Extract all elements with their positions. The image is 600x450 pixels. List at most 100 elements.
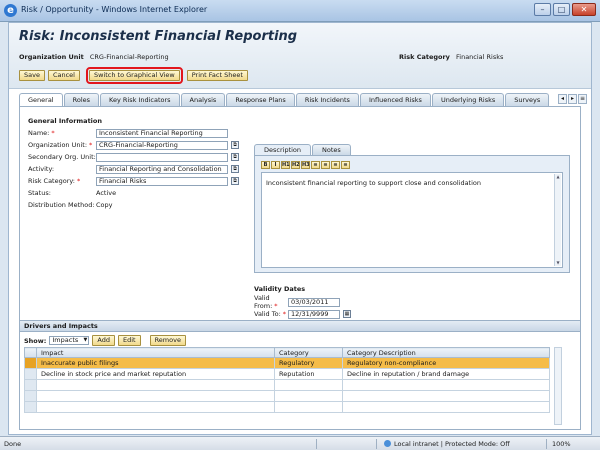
edit-button[interactable]: Edit <box>117 335 141 346</box>
window-title: Risk / Opportunity - Windows Internet Ex… <box>21 5 208 14</box>
calendar-icon[interactable]: ▦ <box>343 310 351 318</box>
tab-roles[interactable]: Roles <box>63 93 100 106</box>
heading3-icon[interactable]: H3 <box>301 161 310 169</box>
description-panel: B I H1 H2 H3 ≡ ≡ ≡ ≡ Inconsistent financ… <box>254 155 570 273</box>
globe-icon <box>384 440 391 447</box>
tab-prev-icon[interactable]: ◂ <box>558 94 567 104</box>
secondary-org-field[interactable] <box>96 152 228 162</box>
org-unit-picker-icon[interactable]: ⧉ <box>231 141 239 149</box>
description-text: Inconsistent financial reporting to supp… <box>266 179 482 187</box>
table-row[interactable]: Decline in stock price and market reputa… <box>24 368 550 380</box>
table-row <box>24 390 550 402</box>
activity-label: Activity: <box>28 165 55 173</box>
tab-surveys[interactable]: Surveys <box>505 93 550 106</box>
distribution-label: Distribution Method: <box>28 201 95 209</box>
select-all-header[interactable] <box>24 347 37 358</box>
impacts-table: Impact Category Category Description Ina… <box>24 347 550 413</box>
table-row <box>24 379 550 391</box>
page-title: Risk: Inconsistent Financial Reporting <box>19 29 298 44</box>
italic-icon[interactable]: I <box>271 161 280 169</box>
drivers-impacts-panel: Drivers and Impacts Show: Impacts ▼ Add E… <box>19 320 581 430</box>
header-risk-category: Risk Category Financial Risks <box>399 53 503 61</box>
security-zone[interactable]: Local intranet | Protected Mode: Off <box>384 440 510 448</box>
tab-analysis[interactable]: Analysis <box>180 93 226 106</box>
header-org-unit: Organization Unit CRG-Financial-Reportin… <box>19 53 169 61</box>
tab-next-icon[interactable]: ▸ <box>568 94 577 104</box>
tab-risk-incidents[interactable]: Risk Incidents <box>295 93 359 106</box>
activity-picker-icon[interactable]: ⧉ <box>231 165 239 173</box>
risk-category-picker-icon[interactable]: ⧉ <box>231 177 239 185</box>
risk-category-field[interactable]: Financial Risks <box>96 176 228 186</box>
tab-response-plans[interactable]: Response Plans <box>226 93 295 106</box>
scroll-down-icon[interactable]: ▼ <box>555 260 561 266</box>
status-bar: Done Local intranet | Protected Mode: Of… <box>0 436 600 450</box>
show-select[interactable]: Impacts ▼ <box>49 336 90 345</box>
table-row[interactable]: Inaccurate public filings Regulatory Reg… <box>24 357 550 369</box>
validity-title: Validity Dates <box>254 285 306 293</box>
table-scrollbar[interactable] <box>554 347 562 425</box>
minimize-button[interactable]: – <box>534 3 551 16</box>
status-text: Done <box>4 440 22 448</box>
tab-key-risk-indicators[interactable]: Key Risk Indicators <box>100 93 180 106</box>
tab-general[interactable]: General <box>19 93 63 106</box>
chevron-down-icon: ▼ <box>83 337 88 343</box>
description-scrollbar[interactable]: ▲ ▼ <box>554 174 561 266</box>
secondary-org-picker-icon[interactable]: ⧉ <box>231 153 239 161</box>
align-left-icon[interactable]: ≡ <box>311 161 320 169</box>
activity-field[interactable]: Financial Reporting and Consolidation <box>96 164 228 174</box>
org-unit-field[interactable]: CRG-Financial-Reporting <box>96 140 228 150</box>
general-tab-panel: General Information Name: * Inconsistent … <box>19 106 581 334</box>
org-unit-field-label: Organization Unit: * <box>28 141 93 149</box>
risk-category-value: Financial Risks <box>456 53 504 61</box>
column-category-description[interactable]: Category Description <box>342 347 550 358</box>
column-category[interactable]: Category <box>274 347 343 358</box>
window-titlebar: e Risk / Opportunity - Windows Internet … <box>0 0 600 22</box>
page-header: Risk: Inconsistent Financial Reporting O… <box>9 23 591 89</box>
risk-category-field-label: Risk Category: * <box>28 177 81 185</box>
column-impact[interactable]: Impact <box>36 347 275 358</box>
add-button[interactable]: Add <box>92 335 115 346</box>
org-unit-value: CRG-Financial-Reporting <box>89 53 169 61</box>
close-button[interactable]: ✕ <box>572 3 596 16</box>
scroll-up-icon[interactable]: ▲ <box>555 174 561 180</box>
distribution-value: Copy <box>96 201 113 209</box>
general-info-title: General Information <box>28 117 102 125</box>
bold-icon[interactable]: B <box>261 161 270 169</box>
switch-graphical-view-button[interactable]: Switch to Graphical View <box>86 67 183 84</box>
drivers-title: Drivers and Impacts <box>20 321 580 332</box>
status-value: Active <box>96 189 117 197</box>
tab-description[interactable]: Description <box>254 144 312 155</box>
risk-category-label: Risk Category <box>399 53 450 61</box>
heading1-icon[interactable]: H1 <box>281 161 290 169</box>
name-field[interactable]: Inconsistent Financial Reporting <box>96 128 228 138</box>
zoom-level[interactable]: 100% <box>552 440 571 448</box>
org-unit-label: Organization Unit <box>19 53 84 61</box>
save-button[interactable]: Save <box>19 70 45 81</box>
tab-list-icon[interactable]: ≡ <box>578 94 587 104</box>
description-textarea[interactable]: Inconsistent financial reporting to supp… <box>261 172 563 268</box>
heading2-icon[interactable]: H2 <box>291 161 300 169</box>
valid-to-field[interactable]: 12/31/9999 <box>288 309 340 319</box>
tab-underlying-risks[interactable]: Underlying Risks <box>431 93 505 106</box>
cancel-button[interactable]: Cancel <box>47 70 80 81</box>
maximize-button[interactable]: □ <box>553 3 570 16</box>
tab-influenced-risks[interactable]: Influenced Risks <box>359 93 431 106</box>
page-content: Risk: Inconsistent Financial Reporting O… <box>8 22 592 435</box>
status-label: Status: <box>28 189 51 197</box>
bullet-list-icon[interactable]: ≡ <box>331 161 340 169</box>
numbered-list-icon[interactable]: ≡ <box>341 161 350 169</box>
name-label: Name: * <box>28 129 55 137</box>
align-center-icon[interactable]: ≡ <box>321 161 330 169</box>
secondary-org-label: Secondary Org. Unit: <box>28 153 96 161</box>
valid-to-label: Valid To: * <box>254 310 287 318</box>
table-row <box>24 401 550 413</box>
valid-from-field[interactable]: 03/03/2011 <box>288 297 340 307</box>
remove-button[interactable]: Remove <box>149 335 186 346</box>
print-fact-sheet-button[interactable]: Print Fact Sheet <box>186 70 248 81</box>
row-selector[interactable] <box>24 357 37 369</box>
editor-toolbar: B I H1 H2 H3 ≡ ≡ ≡ ≡ <box>261 161 350 169</box>
tab-notes[interactable]: Notes <box>312 144 351 155</box>
show-label: Show: <box>24 336 47 345</box>
row-selector[interactable] <box>24 368 37 380</box>
tab-strip: General Roles Key Risk Indicators Analys… <box>19 93 550 106</box>
